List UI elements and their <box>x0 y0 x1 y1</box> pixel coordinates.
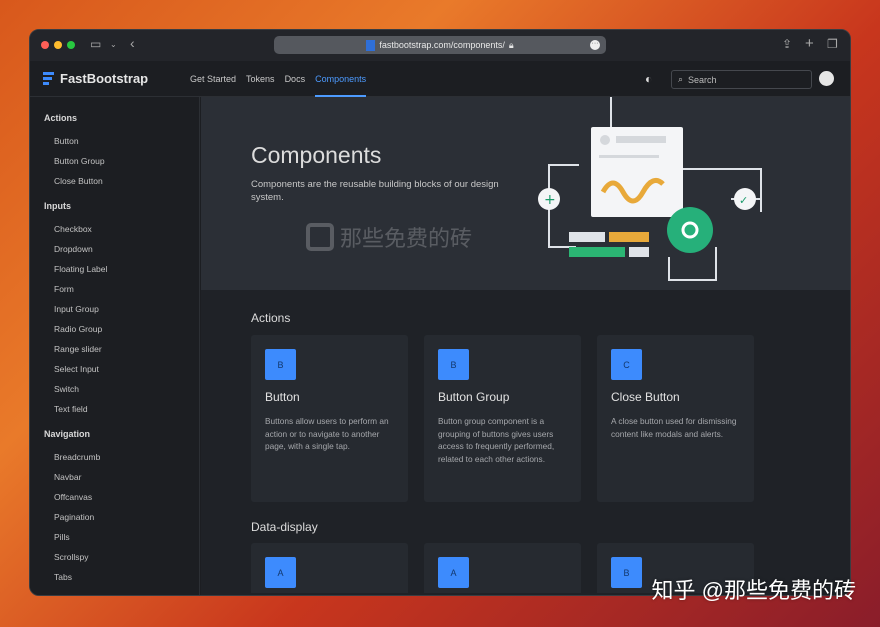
brand-name: FastBootstrap <box>60 71 148 86</box>
sidebar-item[interactable]: Switch <box>30 379 199 399</box>
svg-text:+: + <box>544 192 556 208</box>
site-header: FastBootstrap Get Started Tokens Docs Co… <box>30 61 850 97</box>
main-content: Components Components are the reusable b… <box>201 97 850 595</box>
chevron-down-icon[interactable]: ⌄ <box>110 40 117 49</box>
sidebar-item[interactable]: Input Group <box>30 299 199 319</box>
sidebar-item[interactable]: Pills <box>30 527 199 547</box>
sidebar-heading: Actions <box>30 111 199 131</box>
tabs-overview-icon[interactable]: ❐ <box>827 37 838 51</box>
brand-logo[interactable]: FastBootstrap <box>43 71 148 86</box>
card-title: Button <box>265 390 300 404</box>
logo-icon <box>43 72 54 85</box>
card-description: A close button used for dismissing conte… <box>611 415 746 440</box>
component-card[interactable]: C Close Button A close button used for d… <box>597 335 754 502</box>
card-badge: B <box>265 349 296 380</box>
section-title-data-display: Data-display <box>251 520 318 534</box>
new-tab-icon[interactable]: + <box>805 35 814 52</box>
component-card[interactable]: B Button Group Button group component is… <box>424 335 581 502</box>
sidebar-item[interactable]: Tabs <box>30 567 199 587</box>
sidebar-item[interactable]: Button Group <box>30 151 199 171</box>
address-bar[interactable]: fastbootstrap.com/components/ 🔒︎ ··· <box>274 36 606 54</box>
sidebar-toggle-icon[interactable]: ▭ <box>90 37 101 51</box>
nav-tokens[interactable]: Tokens <box>246 61 275 97</box>
search-icon: ⌕ <box>678 74 683 85</box>
svg-text:✓: ✓ <box>739 194 748 207</box>
hero-illustration: + ✓ <box>531 97 771 290</box>
back-icon[interactable]: ‹ <box>130 35 135 51</box>
sidebar-heading: Navigation <box>30 427 199 447</box>
url-text: fastbootstrap.com/components/ <box>379 40 505 50</box>
sidebar-item[interactable]: Range slider <box>30 339 199 359</box>
sidebar-item[interactable]: Checkbox <box>30 219 199 239</box>
card-badge: A <box>438 557 469 588</box>
sidebar-item[interactable]: Button <box>30 131 199 151</box>
nav-components[interactable]: Components <box>315 61 366 97</box>
card-badge: B <box>438 349 469 380</box>
theme-toggle-icon[interactable]: ◐ <box>645 72 652 86</box>
sidebar-item[interactable]: Form <box>30 279 199 299</box>
hero-watermark-text: 那些免费的砖 <box>340 221 472 253</box>
zoom-window-button[interactable] <box>67 41 75 49</box>
share-icon[interactable]: ⇪ <box>782 37 792 51</box>
sidebar-item[interactable]: Close Button <box>30 171 199 191</box>
sidebar-item[interactable]: Navbar <box>30 467 199 487</box>
sidebar-item[interactable]: Floating Label <box>30 259 199 279</box>
nav-docs[interactable]: Docs <box>285 61 306 97</box>
browser-window: ▭ ⌄ ‹ fastbootstrap.com/components/ 🔒︎ ·… <box>29 29 851 596</box>
close-window-button[interactable] <box>41 41 49 49</box>
nav-get-started[interactable]: Get Started <box>190 61 236 97</box>
card-description: Button group component is a grouping of … <box>438 415 573 465</box>
sidebar-item[interactable]: Radio Group <box>30 319 199 339</box>
lock-icon: 🔒︎ <box>509 40 514 51</box>
page-title: Components <box>251 142 381 169</box>
sidebar-item[interactable]: Select Input <box>30 359 199 379</box>
sidebar: ActionsButtonButton GroupClose Button Inp… <box>30 97 200 595</box>
sidebar-item[interactable]: Text field <box>30 399 199 419</box>
sidebar-item[interactable]: Breadcrumb <box>30 447 199 467</box>
component-card[interactable]: A <box>424 543 581 593</box>
minimize-window-button[interactable] <box>54 41 62 49</box>
card-title: Button Group <box>438 390 509 404</box>
component-card[interactable]: B Button Buttons allow users to perform … <box>251 335 408 502</box>
sidebar-item[interactable]: Pagination <box>30 507 199 527</box>
main-nav: Get Started Tokens Docs Components <box>190 61 366 97</box>
sidebar-item[interactable]: Offcanvas <box>30 487 199 507</box>
section-title-actions: Actions <box>251 311 290 325</box>
browser-titlebar: ▭ ⌄ ‹ fastbootstrap.com/components/ 🔒︎ ·… <box>30 30 850 61</box>
card-badge: B <box>611 557 642 588</box>
github-icon[interactable] <box>819 71 834 86</box>
card-title: Close Button <box>611 390 680 404</box>
hero-watermark: 那些免费的砖 <box>306 221 472 253</box>
component-card[interactable]: A <box>251 543 408 593</box>
hero: Components Components are the reusable b… <box>201 97 850 290</box>
site-favicon <box>366 40 375 51</box>
search-input[interactable]: ⌕ Search <box>671 70 812 89</box>
card-description: Buttons allow users to perform an action… <box>265 415 400 453</box>
corner-watermark: 知乎 @那些免费的砖 <box>652 573 856 605</box>
sidebar-heading: Inputs <box>30 199 199 219</box>
page-description: Components are the reusable building blo… <box>251 178 531 204</box>
card-badge: C <box>611 349 642 380</box>
search-placeholder: Search <box>688 75 717 85</box>
sidebar-item[interactable]: Dropdown <box>30 239 199 259</box>
card-badge: A <box>265 557 296 588</box>
more-icon[interactable]: ··· <box>590 40 600 50</box>
sidebar-item[interactable]: Scrollspy <box>30 547 199 567</box>
